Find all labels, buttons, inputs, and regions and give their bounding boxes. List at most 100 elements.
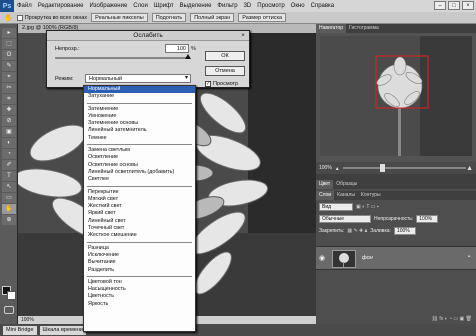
menu-view[interactable]: Просмотр: [254, 3, 287, 9]
menu-edit[interactable]: Редактирование: [35, 3, 87, 9]
type-tool-icon[interactable]: T: [2, 171, 16, 181]
layer-fill-input[interactable]: 100%: [393, 226, 416, 235]
mode-option[interactable]: Разделить: [84, 267, 195, 274]
visibility-eye-icon[interactable]: ◉: [319, 254, 325, 262]
mode-option[interactable]: Исключение: [84, 252, 195, 259]
zoom-out-icon[interactable]: ▴: [336, 165, 339, 172]
mode-option[interactable]: Цветовой тон: [84, 279, 195, 286]
opacity-slider-knob[interactable]: [185, 54, 191, 59]
menu-bar: Ps Файл Редактирование Изображение Слои …: [0, 0, 476, 12]
eyedropper-tool-icon[interactable]: ✂: [2, 83, 16, 93]
mode-option[interactable]: Разница: [84, 245, 195, 252]
mode-option[interactable]: Вычитание: [84, 259, 195, 266]
mode-option[interactable]: Насыщенность: [84, 286, 195, 293]
opacity-slider[interactable]: [55, 54, 191, 59]
mode-option[interactable]: Яркий свет: [84, 210, 195, 217]
timeline-tab[interactable]: Шкала времени: [39, 325, 86, 335]
background-color-swatch[interactable]: [7, 291, 16, 300]
fill-label: Заливка:: [370, 227, 391, 234]
mode-select[interactable]: Нормальный: [85, 74, 191, 83]
navigator-zoom-slider[interactable]: [342, 164, 466, 172]
tab-histogram[interactable]: Гистограмма: [346, 24, 382, 33]
clone-stamp-tool-icon[interactable]: ⊘: [2, 116, 16, 126]
close-window-button[interactable]: ×: [462, 1, 474, 10]
mode-option[interactable]: Светлее: [84, 176, 195, 183]
mode-option[interactable]: Умножение: [84, 113, 195, 120]
zoom-in-icon[interactable]: ▲: [466, 165, 473, 172]
mode-option[interactable]: Цветность: [84, 293, 195, 300]
mode-option[interactable]: Затухание: [84, 93, 195, 100]
minimize-button[interactable]: –: [434, 1, 446, 10]
mode-option[interactable]: Осветление основы: [84, 162, 195, 169]
crop-tool-icon[interactable]: ⌖: [2, 72, 16, 82]
path-select-tool-icon[interactable]: ↖: [2, 182, 16, 192]
menu-layers[interactable]: Слои: [130, 3, 151, 9]
marquee-tool-icon[interactable]: ⬚: [2, 39, 16, 49]
healing-brush-tool-icon[interactable]: ⌗: [2, 94, 16, 104]
eraser-tool-icon[interactable]: ◐: [2, 138, 16, 148]
layer-blend-mode-select[interactable]: Обычные: [319, 214, 371, 223]
cancel-button[interactable]: Отмена: [205, 66, 245, 76]
mini-bridge-tab[interactable]: Mini Bridge: [3, 325, 37, 335]
actual-pixels-button[interactable]: Реальные пикселы: [91, 13, 148, 22]
scroll-all-windows-checkbox[interactable]: Прокрутка во всех окнах: [16, 14, 87, 21]
tab-layers[interactable]: Слои: [316, 191, 335, 200]
shape-tool-icon[interactable]: ▭: [2, 193, 16, 203]
mode-option[interactable]: Яркость: [84, 301, 195, 308]
mode-option[interactable]: Точечный свет: [84, 225, 195, 232]
navigator-zoom-knob[interactable]: [379, 164, 385, 172]
mode-option[interactable]: Осветление: [84, 154, 195, 161]
brush-tool-icon[interactable]: ✚: [2, 105, 16, 115]
fill-screen-button[interactable]: Полный экран: [190, 13, 235, 22]
history-brush-tool-icon[interactable]: ▣: [2, 127, 16, 137]
menu-3d[interactable]: 3D: [241, 3, 255, 9]
mode-option[interactable]: Перекрытие: [84, 189, 195, 196]
tab-paths[interactable]: Контуры: [358, 191, 384, 200]
maximize-button[interactable]: □: [448, 1, 460, 10]
menu-select[interactable]: Выделение: [177, 3, 215, 9]
move-tool-icon[interactable]: ▸: [2, 28, 16, 38]
layer-opacity-input[interactable]: 100%: [416, 214, 439, 223]
menu-help[interactable]: Справка: [308, 3, 338, 9]
zoom-tool-icon[interactable]: ⊕: [2, 215, 16, 225]
dialog-close-button[interactable]: ×: [239, 32, 247, 40]
menu-file[interactable]: Файл: [14, 3, 35, 9]
menu-window[interactable]: Окно: [288, 3, 308, 9]
tab-navigator[interactable]: Навигатор: [316, 24, 347, 33]
layer-row-background[interactable]: ◉ фон ▪: [316, 246, 476, 270]
layer-name[interactable]: фон: [362, 255, 373, 261]
lock-icons[interactable]: ▦ ✎ ✚ 🔒︎: [347, 228, 367, 234]
opacity-field[interactable]: 100: [165, 44, 189, 53]
mode-option[interactable]: Линейный осветлитель (добавить): [84, 169, 195, 176]
tab-channels[interactable]: Каналы: [334, 191, 358, 200]
filter-icons[interactable]: ▣ ◐ T ▭ ▪: [356, 204, 379, 210]
hand-tool-button-icon[interactable]: ✋: [2, 204, 16, 214]
preview-checkbox[interactable]: ✓: [205, 81, 211, 87]
chevron-down-icon[interactable]: ▾: [185, 74, 188, 81]
tab-color[interactable]: Цвет: [316, 180, 334, 189]
pen-tool-icon[interactable]: ✐: [2, 160, 16, 170]
layer-kind-filter[interactable]: Вид: [319, 202, 353, 211]
mode-option[interactable]: Линейный затемнитель: [84, 127, 195, 134]
mode-option[interactable]: Нормальный: [84, 86, 195, 94]
menu-filter[interactable]: Фильтр: [214, 3, 240, 9]
mode-option[interactable]: Замена светлым: [84, 147, 195, 154]
mode-option[interactable]: Линейный свет: [84, 218, 195, 225]
ok-button[interactable]: ОК: [205, 51, 245, 61]
fit-screen-button[interactable]: Подогнать: [151, 13, 187, 22]
print-size-button[interactable]: Размер оттиска: [238, 13, 287, 22]
gradient-tool-icon[interactable]: ◔: [2, 149, 16, 159]
quick-mask-icon[interactable]: [4, 306, 14, 314]
mode-option[interactable]: Жесткое смешение: [84, 232, 195, 239]
layers-footer-icons[interactable]: ⛓ fx ◐ ◔ ▭ ▣ 🗑︎: [316, 313, 476, 324]
mode-option[interactable]: Затемнение: [84, 106, 195, 113]
navigator-thumbnail[interactable]: [320, 36, 472, 156]
quick-select-tool-icon[interactable]: ✎: [2, 61, 16, 71]
menu-image[interactable]: Изображение: [86, 3, 130, 9]
tab-swatches[interactable]: Образцы: [333, 180, 360, 189]
navigator-zoom-value[interactable]: 100%: [319, 165, 332, 171]
menu-type[interactable]: Шрифт: [151, 3, 177, 9]
mode-option[interactable]: Темнее: [84, 135, 195, 142]
divider: [87, 185, 192, 187]
lasso-tool-icon[interactable]: ʘ: [2, 50, 16, 60]
